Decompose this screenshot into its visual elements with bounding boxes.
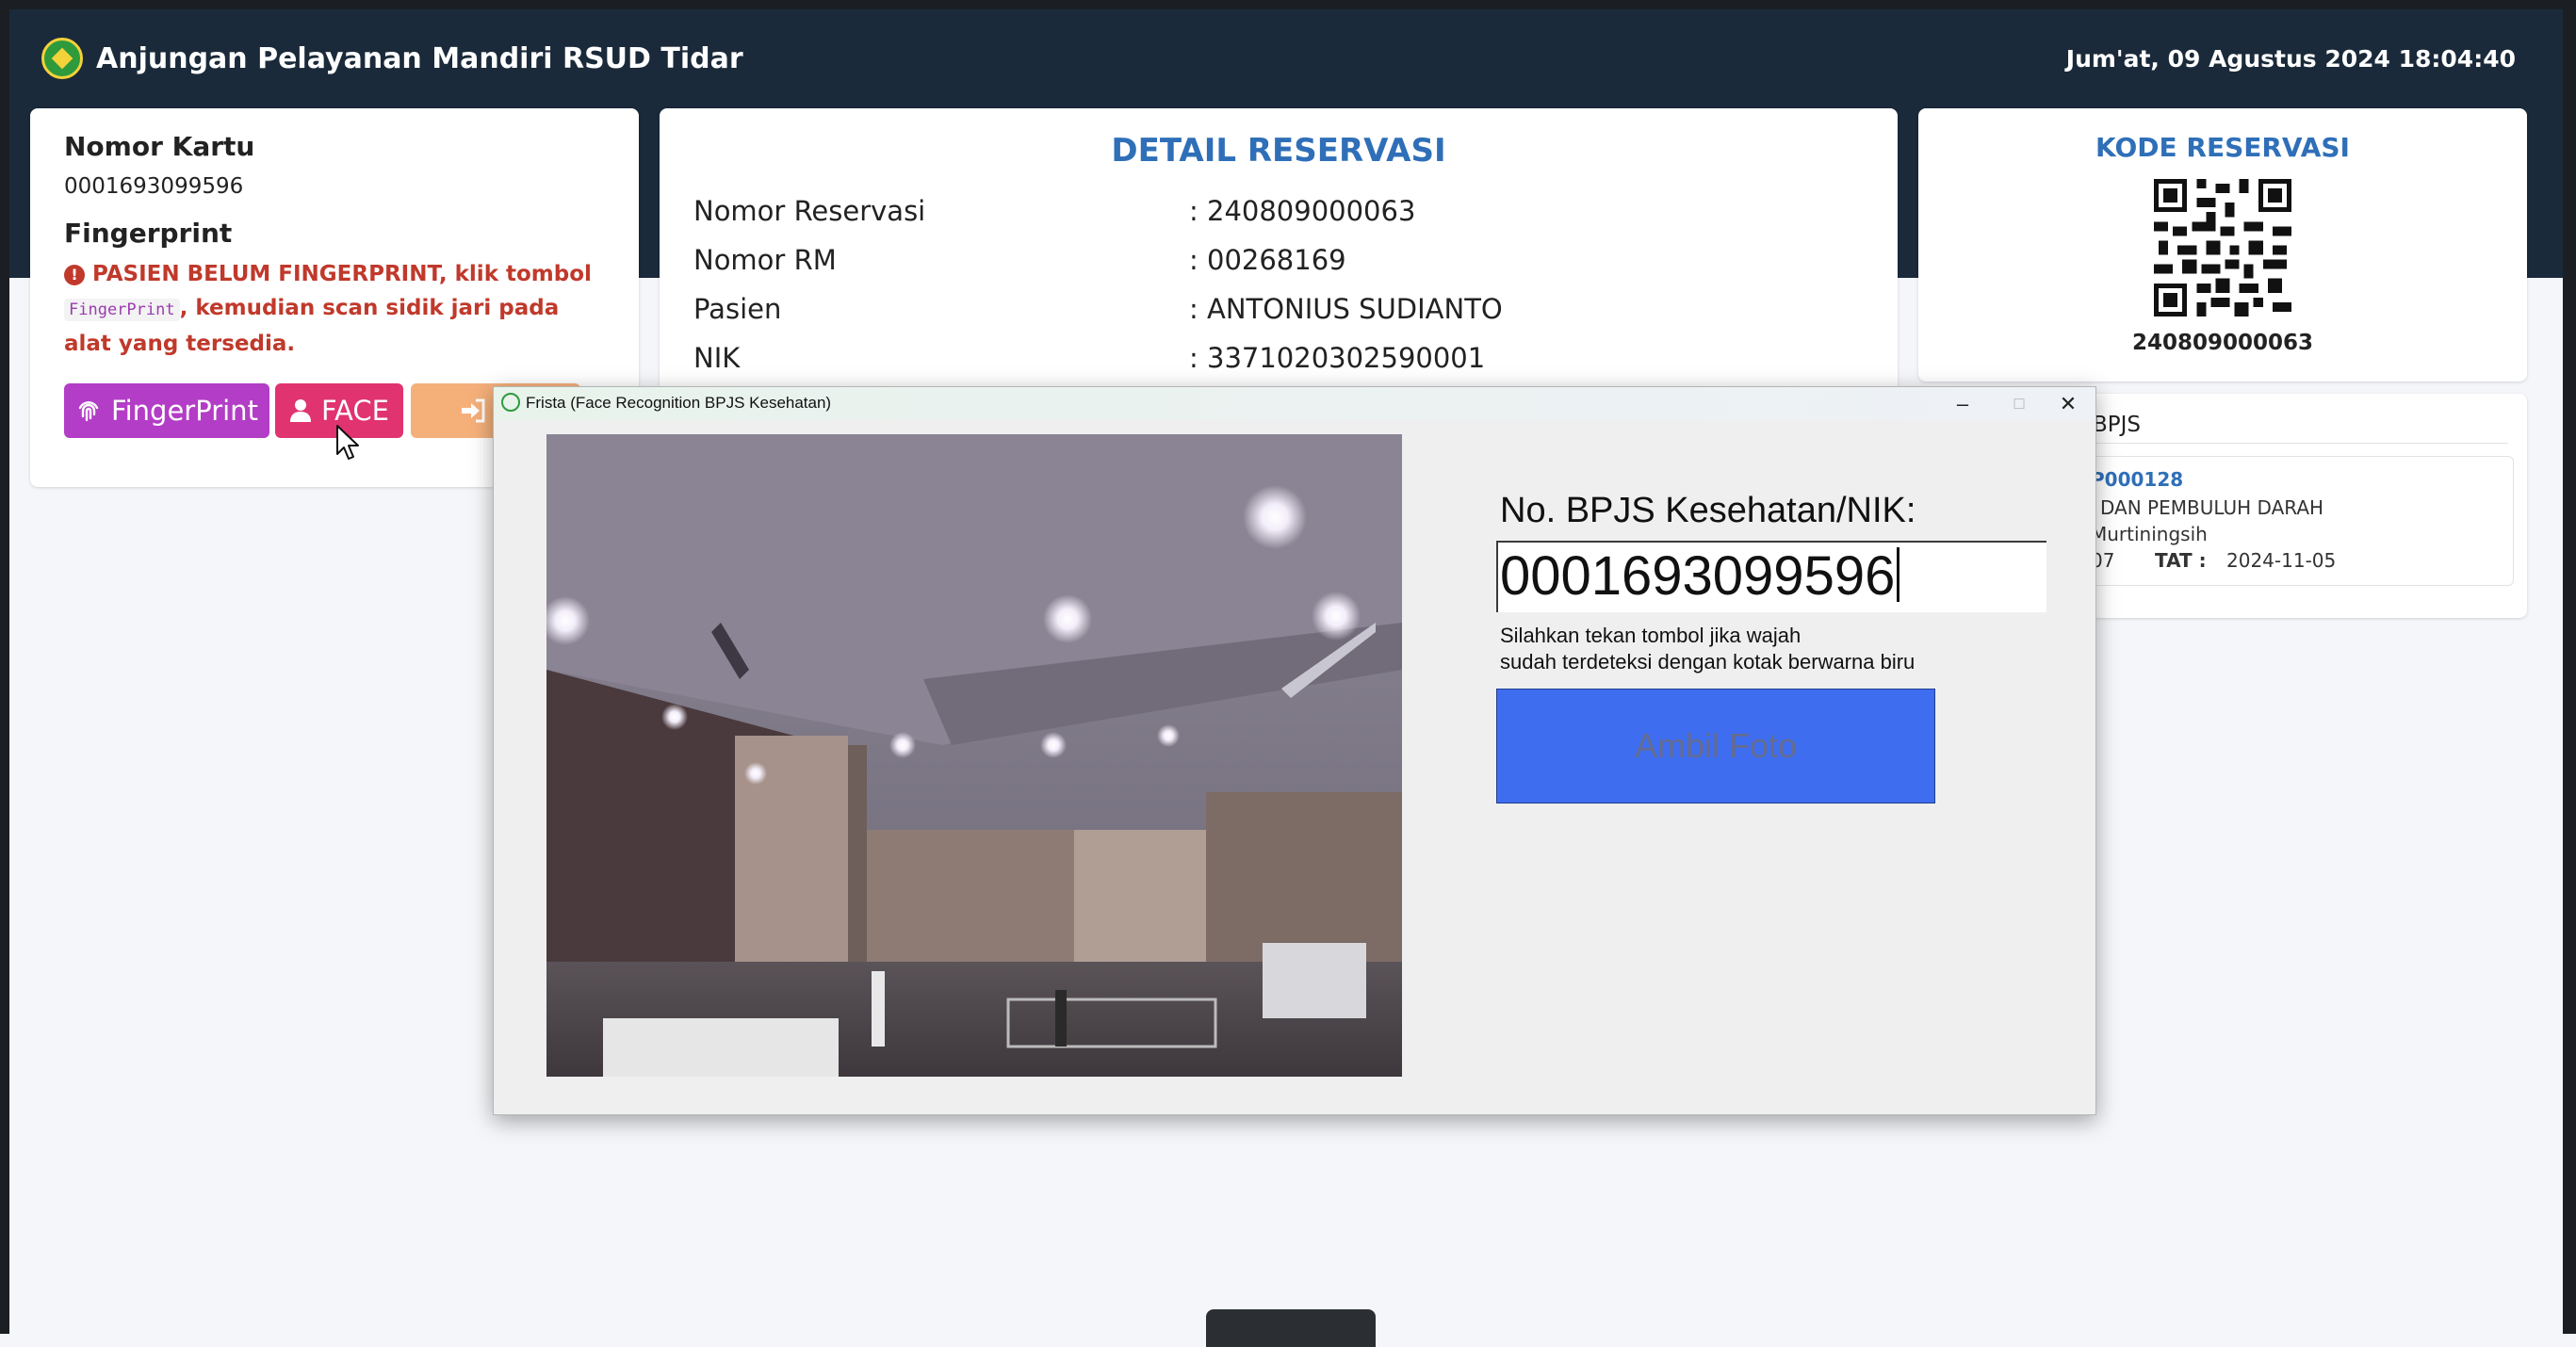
- card-number-value: 0001693099596: [64, 174, 244, 199]
- reservation-code-card: KODE RESERVASI 240809000063: [1918, 108, 2527, 381]
- face-recognition-dialog: Frista (Face Recognition BPJS Kesehatan)…: [493, 386, 2096, 1115]
- taskbar-tab[interactable]: [1206, 1309, 1376, 1347]
- camera-preview: [546, 434, 1402, 1077]
- user-icon: [290, 399, 312, 422]
- warning-text-prefix: PASIEN BELUM FINGERPRINT, klik tombol: [92, 262, 592, 286]
- nik-value: : 3371020302590001: [1189, 342, 1486, 374]
- dialog-titlebar[interactable]: Frista (Face Recognition BPJS Kesehatan)…: [494, 387, 2095, 420]
- rm-number-value: : 00268169: [1189, 244, 1346, 276]
- reservation-code-title: KODE RESERVASI: [2095, 132, 2350, 163]
- instruction-line-2: sudah terdeteksi dengan kotak berwarna b…: [1500, 650, 1916, 674]
- nik-input[interactable]: 0001693099596: [1496, 541, 2046, 612]
- instruction-line-1: Silahkan tekan tombol jika wajah: [1500, 624, 1802, 647]
- bpjs-header: BPJS: [2093, 413, 2142, 437]
- reservation-number-value: : 240809000063: [1189, 195, 1416, 227]
- app-title: Anjungan Pelayanan Mandiri RSUD Tidar: [96, 41, 743, 75]
- text-cursor: [1897, 547, 1900, 602]
- camera-feed-image: [546, 434, 1402, 1077]
- face-button-label: FACE: [321, 395, 389, 427]
- bpjs-item-tat-label: TAT :: [2155, 549, 2207, 572]
- nik-label: NIK: [693, 342, 741, 374]
- app-icon: [501, 393, 520, 412]
- sign-in-icon: [461, 398, 485, 423]
- fingerprint-icon: [78, 401, 99, 422]
- rm-number-label: Nomor RM: [693, 244, 837, 276]
- dialog-title: Frista (Face Recognition BPJS Kesehatan): [526, 394, 832, 412]
- reservation-code-number: 240809000063: [2131, 331, 2314, 355]
- bpjs-item-code: P000128: [2091, 468, 2184, 491]
- minimize-button[interactable]: –: [1935, 387, 1990, 420]
- reservation-detail-card: DETAIL RESERVASI Nomor Reservasi : 24080…: [660, 108, 1898, 410]
- card-number-label: Nomor Kartu: [64, 131, 255, 162]
- reservation-title: DETAIL RESERVASI: [1111, 132, 1446, 170]
- qr-code-icon: [2154, 179, 2291, 316]
- fingerprint-label: Fingerprint: [64, 218, 233, 249]
- nik-field-label: No. BPJS Kesehatan/NIK:: [1500, 491, 1916, 530]
- bpjs-item-tat-value: 2024-11-05: [2226, 549, 2337, 572]
- patient-name-value: : ANTONIUS SUDIANTO: [1189, 293, 1503, 325]
- patient-name-label: Pasien: [693, 293, 782, 325]
- alert-icon: !: [64, 265, 85, 285]
- hospital-logo-icon: [41, 38, 83, 79]
- fingerprint-warning: ! PASIEN BELUM FINGERPRINT, klik tombol F…: [64, 257, 611, 361]
- take-photo-button[interactable]: Ambil Foto: [1496, 689, 1935, 803]
- bpjs-item-desc: DAN PEMBULUH DARAH: [2100, 496, 2324, 519]
- warning-code: FingerPrint: [64, 299, 180, 321]
- datetime-display: Jum'at, 09 Agustus 2024 18:04:40: [2065, 45, 2516, 73]
- fingerprint-button-label: FingerPrint: [111, 395, 258, 427]
- mouse-cursor-icon: [335, 424, 360, 465]
- fingerprint-button[interactable]: FingerPrint: [64, 383, 269, 438]
- bpjs-item-doctor: Murtiningsih: [2091, 523, 2208, 545]
- reservation-number-label: Nomor Reservasi: [693, 195, 926, 227]
- instruction-text: Silahkan tekan tombol jika wajah sudah t…: [1500, 623, 1915, 675]
- close-button[interactable]: ✕: [2041, 387, 2095, 420]
- app-brand: Anjungan Pelayanan Mandiri RSUD Tidar: [41, 38, 743, 79]
- nik-input-value: 0001693099596: [1500, 545, 1896, 607]
- maximize-button[interactable]: □: [1992, 387, 2046, 420]
